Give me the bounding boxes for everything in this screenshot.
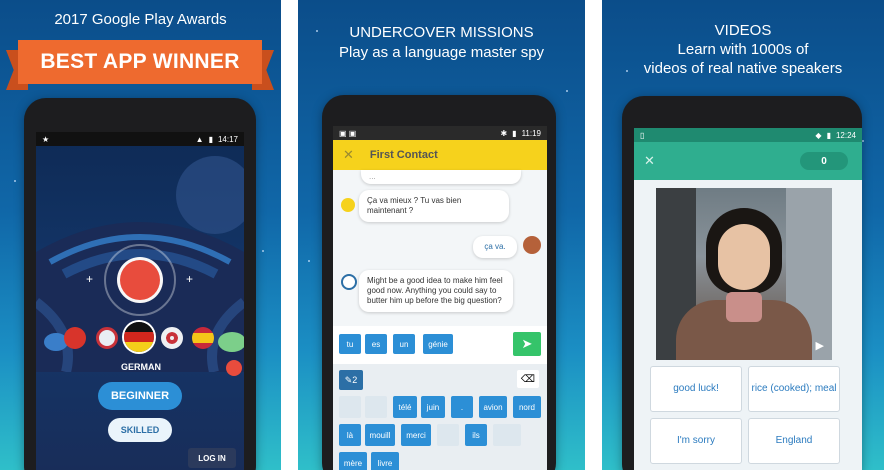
star bbox=[262, 250, 264, 252]
caption: 2017 Google Play Awards bbox=[54, 11, 227, 28]
play-icon[interactable]: ▶ bbox=[816, 339, 824, 352]
keyboard-word[interactable]: nord bbox=[513, 396, 541, 418]
answer-word[interactable]: un bbox=[393, 334, 415, 354]
mission-title: First Contact bbox=[369, 149, 438, 161]
battery-icon: ▮ bbox=[512, 128, 517, 138]
panel-award: 2017 Google Play Awards BEST APP WINNER … bbox=[0, 0, 281, 470]
phone: ▯ ◆ ▮ 12:24 ✕ 0 ▶ good luck! rice (cooke… bbox=[622, 96, 862, 470]
red-knob bbox=[226, 360, 242, 376]
backspace-icon[interactable]: ⌫ bbox=[517, 370, 539, 388]
send-icon[interactable]: ➤ bbox=[513, 332, 541, 356]
notification-icon: ★ bbox=[42, 134, 50, 144]
video-header: ✕ 0 bbox=[634, 142, 862, 180]
star bbox=[862, 140, 864, 142]
answer-option[interactable]: I'm sorry bbox=[650, 418, 742, 464]
panel-videos: VIDEOS Learn with 1000s of videos of rea… bbox=[602, 0, 884, 470]
battery-icon: ▮ bbox=[826, 130, 831, 140]
answer-word[interactable]: tu bbox=[339, 334, 361, 354]
award-ribbon: BEST APP WINNER bbox=[6, 40, 274, 90]
word-slot bbox=[365, 396, 387, 418]
wand-count: 2 bbox=[352, 375, 358, 385]
close-icon[interactable]: ✕ bbox=[644, 153, 655, 169]
close-icon[interactable]: ✕ bbox=[343, 147, 354, 163]
signal-icon: ▲ bbox=[195, 134, 204, 144]
flag-japan-icon[interactable] bbox=[161, 327, 183, 349]
caption-title: VIDEOS bbox=[714, 22, 772, 39]
answer-bar: tu es un génie ➤ bbox=[333, 326, 547, 364]
star bbox=[566, 90, 568, 92]
notification-icon: ▯ bbox=[640, 130, 645, 140]
word-slot bbox=[339, 396, 361, 418]
keyboard-word[interactable]: télé bbox=[393, 396, 417, 418]
phone: ▣ ▣ ✱ ▮ 11:19 ✕ First Contact ... Ça va … bbox=[322, 95, 556, 470]
selected-language: GERMAN bbox=[121, 362, 161, 372]
record-button[interactable] bbox=[120, 260, 160, 300]
message-bubble: Ça va mieux ? Tu vas bien maintenant ? bbox=[359, 190, 509, 222]
plus-icon: + bbox=[186, 272, 194, 286]
star bbox=[14, 180, 16, 182]
panel-missions: UNDERCOVER MISSIONS Play as a language m… bbox=[298, 0, 585, 470]
phone-screen: ▣ ▣ ✱ ▮ 11:19 ✕ First Contact ... Ça va … bbox=[333, 126, 547, 470]
hint-bubble: Might be a good idea to make him feel go… bbox=[359, 270, 513, 312]
mission-header: ✕ First Contact bbox=[333, 140, 547, 170]
keyboard-word[interactable]: avion bbox=[479, 396, 507, 418]
answer-option[interactable]: good luck! bbox=[650, 366, 742, 412]
star bbox=[308, 260, 310, 262]
answer-word[interactable]: génie bbox=[423, 334, 453, 354]
word-slot bbox=[437, 424, 459, 446]
keyboard-word[interactable]: ils bbox=[465, 424, 487, 446]
phone: ★ ▲ ▮ 14:17 + + bbox=[24, 98, 256, 470]
keyboard-word[interactable]: mère bbox=[339, 452, 367, 470]
ribbon-text: BEST APP WINNER bbox=[18, 40, 262, 84]
speaker-face bbox=[718, 224, 770, 290]
caption-line3: videos of real native speakers bbox=[643, 60, 843, 77]
answer-option[interactable]: England bbox=[748, 418, 840, 464]
phone-screen: ▯ ◆ ▮ 12:24 ✕ 0 ▶ good luck! rice (cooke… bbox=[634, 128, 862, 470]
speaker-scarf bbox=[726, 292, 762, 322]
caption-subtitle: Play as a language master spy bbox=[338, 44, 545, 61]
video-player[interactable]: ▶ bbox=[656, 188, 832, 360]
status-time: 14:17 bbox=[217, 134, 238, 144]
wifi-icon: ◆ bbox=[815, 130, 822, 140]
status-time: 11:19 bbox=[521, 128, 541, 138]
bluetooth-icon: ✱ bbox=[500, 128, 508, 138]
wand-icon: ✎ bbox=[344, 374, 353, 385]
previous-message: ... bbox=[361, 170, 521, 184]
skilled-button[interactable]: SKILLED bbox=[108, 418, 172, 442]
user-avatar bbox=[523, 236, 541, 254]
keyboard-word[interactable]: là bbox=[339, 424, 361, 446]
notification-icon: ▣ ▣ bbox=[339, 128, 357, 138]
caption-line2: Learn with 1000s of bbox=[677, 41, 809, 58]
status-time: 12:24 bbox=[835, 130, 856, 140]
keyboard-word[interactable]: merci bbox=[401, 424, 431, 446]
flag-korea-icon[interactable] bbox=[96, 327, 118, 349]
keyboard-word[interactable]: . bbox=[451, 396, 473, 418]
flag-china-icon[interactable] bbox=[64, 327, 86, 349]
avatar bbox=[341, 198, 355, 212]
agent-avatar bbox=[341, 274, 357, 290]
flag-spain-icon[interactable] bbox=[192, 327, 214, 349]
status-bar: ★ ▲ ▮ 14:17 bbox=[36, 132, 244, 146]
wand-button[interactable]: ✎ 2 bbox=[339, 370, 363, 390]
keyboard-word[interactable]: juin bbox=[421, 396, 445, 418]
plus-icon: + bbox=[86, 272, 94, 286]
answer-option[interactable]: rice (cooked); meal bbox=[748, 366, 840, 412]
flag-germany-icon[interactable] bbox=[124, 322, 154, 352]
word-keyboard: ✎ 2 ⌫ télé juin . avion nord là mouill me… bbox=[333, 364, 547, 470]
beginner-button[interactable]: BEGINNER bbox=[98, 382, 182, 410]
keyboard-word[interactable]: livre bbox=[371, 452, 399, 470]
score-badge: 0 bbox=[800, 152, 848, 170]
caption-title: UNDERCOVER MISSIONS bbox=[349, 24, 534, 41]
login-button[interactable]: LOG IN bbox=[188, 448, 236, 468]
status-bar: ▣ ▣ ✱ ▮ 11:19 bbox=[333, 126, 547, 140]
keyboard-word[interactable]: mouill bbox=[365, 424, 395, 446]
reply-bubble: ça va. bbox=[473, 236, 517, 258]
status-bar: ▯ ◆ ▮ 12:24 bbox=[634, 128, 862, 142]
word-slot bbox=[493, 424, 521, 446]
battery-icon: ▮ bbox=[208, 134, 213, 144]
answer-word[interactable]: es bbox=[365, 334, 387, 354]
